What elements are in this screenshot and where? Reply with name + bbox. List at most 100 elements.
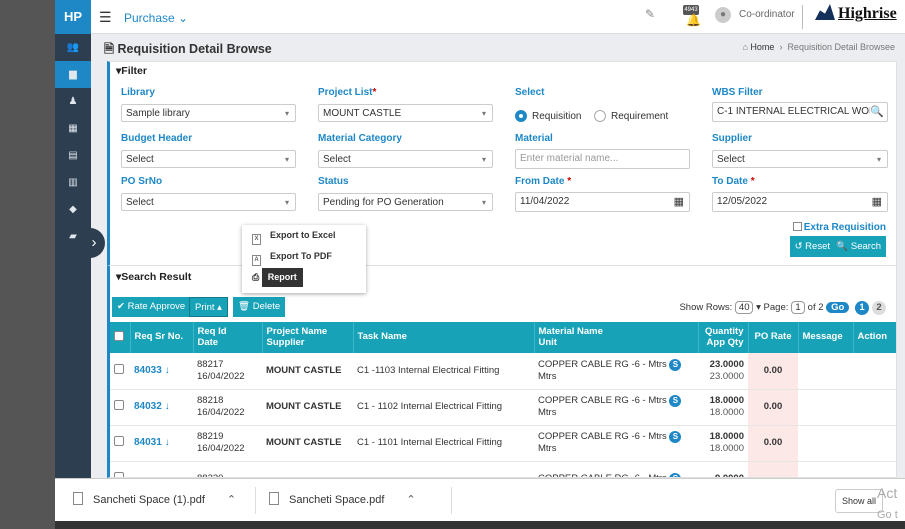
req-sr-link[interactable]: 84031 (134, 437, 162, 448)
sidebar-tag-icon[interactable]: ◆ (55, 196, 91, 223)
po-rate-cell[interactable]: 0.00 (748, 389, 798, 426)
page-1-button[interactable]: 1 (855, 301, 869, 315)
material-unit: Mtrs (538, 370, 557, 382)
select-label: Select (515, 87, 545, 98)
req-sr-link[interactable]: 84032 (134, 401, 162, 412)
search-icon[interactable]: 🔍 (870, 105, 884, 118)
col-project[interactable]: Project Name Supplier (262, 322, 354, 353)
page-input[interactable]: 1 (791, 301, 806, 314)
table-row[interactable]: 84033 ↓ 88217 16/04/2022 MOUNT CASTLE C1 -11… (110, 353, 896, 390)
library-select[interactable]: Sample library ▾ (121, 104, 296, 122)
row-checkbox[interactable] (114, 400, 124, 411)
printer-icon: ⎙ (252, 272, 260, 282)
user-avatar-icon[interactable]: ● (715, 7, 731, 23)
export-pdf-item[interactable]: A Export To PDF (242, 246, 366, 267)
chevron-up-icon[interactable]: ⌃ (227, 494, 236, 506)
status-select[interactable]: Pending for PO Generation ▾ (318, 193, 493, 211)
material-input[interactable]: Enter material name... (515, 149, 690, 169)
brand-name: Highrise (838, 5, 897, 22)
wbs-input[interactable]: C-1 INTERNAL ELECTRICAL WORK 🔍 (712, 102, 888, 122)
brand-mark-icon (815, 4, 835, 20)
req-sr-cell[interactable]: 84031 ↓ (130, 425, 193, 462)
po-rate-cell[interactable]: 0.00 (748, 353, 798, 390)
col-message[interactable]: Message (798, 322, 854, 353)
page-2-button[interactable]: 2 (872, 301, 886, 315)
radio-requisition[interactable]: Requisition (515, 110, 581, 122)
req-sr-cell[interactable] (130, 461, 193, 477)
calendar-icon[interactable]: ▦ (872, 195, 882, 208)
show-all-button[interactable]: Show all (834, 489, 883, 513)
project-select[interactable]: MOUNT CASTLE ▾ (318, 104, 493, 122)
row-checkbox[interactable] (114, 436, 124, 447)
to-date-input[interactable]: 12/05/2022 ▦ (712, 192, 888, 212)
from-date-label: From Date * (515, 176, 571, 187)
pencil-icon[interactable]: ✎ (645, 7, 655, 21)
print-button[interactable]: Print ▴ (189, 297, 228, 317)
stock-s-icon[interactable]: S (669, 358, 682, 371)
search-button[interactable]: 🔍 Search (831, 236, 886, 257)
sidebar-report-icon[interactable]: ▥ (55, 169, 91, 196)
report-item[interactable]: ⎙ Report (242, 267, 366, 288)
sidebar-users-icon[interactable]: 👥 (55, 34, 91, 61)
stock-s-icon[interactable]: S (669, 395, 682, 408)
col-req-sr[interactable]: Req Sr No. (130, 322, 194, 353)
req-sr-cell[interactable]: 84032 ↓ (130, 389, 193, 426)
sidebar-file-icon[interactable]: ▤ (55, 142, 91, 169)
app-logo[interactable]: HP (55, 0, 91, 34)
go-button[interactable]: Go (826, 302, 850, 313)
req-id-cell: 88217 16/04/2022 (193, 353, 262, 390)
material-category-select[interactable]: Select ▾ (318, 150, 493, 168)
req-sr-link[interactable]: 84033 (134, 365, 162, 376)
material-unit: Mtrs (538, 443, 557, 455)
notification-icon[interactable]: 🔔 (686, 13, 701, 27)
req-date: 16/04/2022 (197, 443, 245, 454)
breadcrumb-home[interactable]: Home (750, 42, 774, 52)
extra-requisition-checkbox[interactable]: Extra Requisition (792, 222, 886, 233)
delete-button[interactable]: 🗑 Delete (233, 297, 286, 317)
po-rate-cell[interactable]: 0.00 (748, 425, 798, 462)
col-req-id[interactable]: Req Id Date (193, 322, 263, 353)
col-po-rate[interactable]: PO Rate (748, 322, 799, 353)
table-row[interactable]: 88220 COPPER CABLE RG -6 - Mtrs S9.0000 (110, 461, 896, 477)
col-quantity[interactable]: Quantity App Qty (698, 322, 749, 353)
sidebar-grid-icon[interactable]: ▦ (55, 115, 91, 142)
rate-approve-button[interactable]: ✔ Rate Approve (112, 297, 191, 317)
supplier-select[interactable]: Select ▾ (712, 150, 888, 168)
row-checkbox[interactable] (114, 363, 124, 374)
po-label: PO SrNo (121, 176, 163, 187)
table-row[interactable]: 84031 ↓ 88219 16/04/2022 MOUNT CASTLE C1 - 1… (110, 425, 896, 462)
hamburger-menu-icon[interactable]: ☰ (99, 9, 112, 26)
message-cell (798, 461, 853, 477)
rows-select[interactable]: 40 (734, 301, 754, 314)
chevron-up-icon[interactable]: ⌃ (406, 494, 415, 506)
module-dropdown[interactable]: Purchase ⌄ (124, 11, 188, 25)
col-material[interactable]: Material Name Unit (534, 322, 699, 353)
library-label: Library (121, 87, 155, 98)
download-item-1[interactable]: Sancheti Space (1).pdf ⌃ (73, 479, 236, 522)
po-rate-cell[interactable] (748, 461, 798, 477)
file-icon (73, 492, 83, 505)
export-excel-item[interactable]: X Export to Excel (242, 225, 366, 246)
col-task[interactable]: Task Name (353, 322, 535, 353)
req-sr-cell[interactable]: 84033 ↓ (130, 353, 193, 390)
table-row[interactable]: 84032 ↓ 88218 16/04/2022 MOUNT CASTLE C1 - 1… (110, 389, 896, 426)
reset-button[interactable]: ↺ Reset (789, 236, 835, 257)
filter-toggle[interactable]: ▾Filter (116, 65, 147, 77)
select-all-checkbox[interactable] (114, 330, 124, 341)
download-item-2[interactable]: Sancheti Space.pdf ⌃ (269, 479, 416, 522)
budget-select[interactable]: Select ▾ (121, 150, 296, 168)
calendar-icon[interactable]: ▦ (674, 195, 684, 208)
sidebar-document-icon[interactable]: ▆ (55, 61, 91, 88)
sidebar-expand-icon[interactable]: › (83, 228, 105, 258)
app-window: HP ☰ Purchase ⌄ ✎ 4943 🔔 ● Co-ordinator … (55, 0, 905, 478)
col-action[interactable]: Action (853, 322, 896, 353)
req-id: 88217 (197, 358, 224, 370)
from-date-input[interactable]: 11/04/2022 ▦ (515, 192, 690, 212)
stock-s-icon[interactable]: S (669, 431, 682, 444)
sidebar-user-icon[interactable]: ♟ (55, 88, 91, 115)
radio-requirement[interactable]: Requirement (594, 110, 668, 122)
po-select[interactable]: Select ▾ (121, 193, 296, 211)
user-role[interactable]: Co-ordinator (739, 9, 795, 20)
top-header: HP ☰ Purchase ⌄ ✎ 4943 🔔 ● Co-ordinator … (55, 0, 905, 34)
results-toggle[interactable]: ▾Search Result (116, 271, 191, 283)
